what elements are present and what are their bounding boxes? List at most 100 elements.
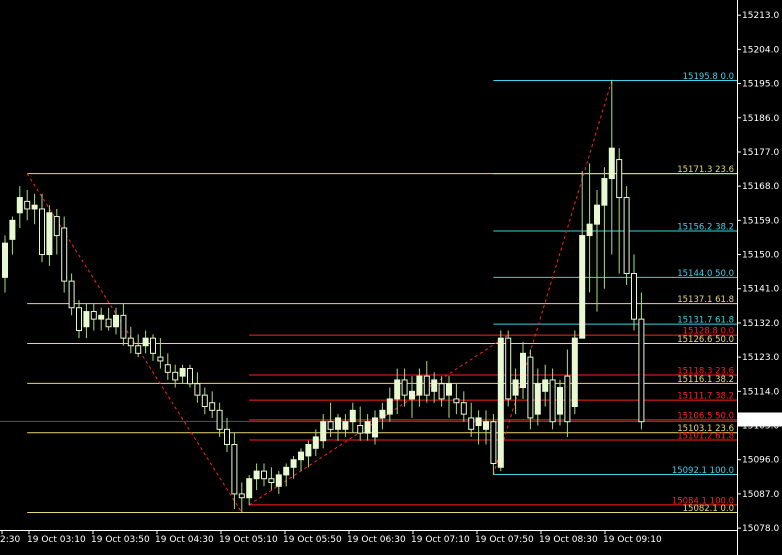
price-tick-label: 15078.0	[742, 524, 779, 534]
candle-body	[534, 383, 541, 415]
candle-body	[416, 375, 423, 396]
price-tick-label: 15186.0	[742, 114, 779, 124]
candle-body	[31, 204, 38, 210]
candle-body	[638, 318, 645, 423]
fib-label: 15092.1 100.0	[672, 466, 734, 476]
candle-body	[261, 470, 267, 480]
candle-body	[61, 227, 68, 282]
candle-body	[216, 409, 223, 430]
candle-body	[571, 337, 578, 408]
candle-body	[268, 478, 275, 484]
price-tick-label: 15213.0	[742, 11, 779, 21]
fib-label: 15171.3 23.6	[677, 165, 734, 175]
candle-body	[327, 421, 334, 430]
time-tick-label: 19 Oct 07:50	[475, 535, 534, 545]
candle-body	[290, 459, 297, 468]
time-tick-label: 19 Oct 05:50	[283, 535, 342, 545]
price-tick-label: 15204.0	[742, 45, 779, 55]
candle-body	[24, 200, 31, 210]
candle-body	[164, 364, 171, 373]
price-tick-label: 15132.0	[742, 319, 779, 329]
candle-body	[305, 444, 312, 457]
candle-body	[201, 394, 208, 408]
candle-body	[520, 352, 526, 389]
candle-body	[39, 208, 45, 256]
fib-label: 15156.2 38.2	[677, 222, 734, 232]
candle-body	[364, 421, 371, 434]
candle-body	[512, 379, 519, 396]
candle-body	[246, 478, 253, 499]
candle-body	[357, 425, 364, 434]
time-tick-label: 19 Oct 04:30	[155, 535, 214, 545]
price-tick-label: 15096.0	[742, 456, 779, 466]
time-tick-label: 19 Oct 05:10	[219, 535, 278, 545]
candle-body	[150, 337, 156, 354]
candlestick-chart[interactable]: 15195.8 0.0 15171.3 23.6 15156.2 38.2 15144…	[0, 0, 782, 555]
fib-label: 15126.6 50.0	[677, 335, 734, 345]
candle-body	[631, 273, 637, 320]
fib-label: 15101.2 61.8	[677, 431, 734, 441]
candle-body	[468, 417, 475, 430]
price-tick-label: 15123.0	[742, 353, 779, 363]
fib-label: 15137.1 61.8	[677, 295, 734, 305]
candle-body	[187, 368, 193, 385]
candle-body	[224, 428, 230, 446]
time-tick-label: 19 Oct 07:10	[411, 535, 470, 545]
candle-body	[127, 337, 134, 347]
candle-body	[527, 356, 534, 419]
candle-body	[497, 337, 504, 468]
candle-body	[386, 398, 393, 415]
price-tick-label: 15168.0	[742, 182, 779, 192]
candle-body	[172, 371, 179, 381]
candle-body	[542, 379, 549, 392]
candle-body	[608, 147, 615, 180]
candle-body	[68, 280, 75, 309]
candle-body	[98, 314, 105, 320]
candle-body	[283, 466, 290, 476]
fib-label: 15131.7 61.8	[677, 316, 734, 326]
price-tick-label: 15087.0	[742, 490, 779, 500]
candle-body	[372, 417, 378, 438]
candle-body	[320, 421, 327, 442]
fib-label: 15082.1 0.0	[683, 504, 734, 514]
candle-body	[342, 421, 349, 430]
candle-body	[275, 474, 282, 487]
candle-body	[113, 314, 119, 328]
candle-body	[505, 337, 512, 400]
candle-body	[209, 402, 216, 411]
fib-label: 15106.5 50.0	[677, 411, 734, 421]
candle-body	[379, 409, 386, 419]
candle-body	[194, 383, 201, 396]
candle-body	[446, 383, 452, 396]
candle-body	[253, 470, 260, 480]
candle-body	[157, 356, 164, 362]
current-price-label: 15106.1	[741, 416, 778, 426]
time-tick-label: 2:30	[0, 535, 20, 545]
candle-body	[453, 398, 460, 404]
price-tick-label: 15150.0	[742, 251, 779, 261]
candle-body	[438, 383, 445, 400]
candle-body	[549, 379, 556, 423]
fib-label: 15116.1 38.2	[677, 375, 734, 385]
candle-body	[557, 387, 563, 415]
candle-body	[401, 379, 408, 396]
fib-label: 15195.8 0.0	[683, 72, 734, 82]
fib-label: 15144.0 50.0	[677, 269, 734, 279]
price-tick-label: 15114.0	[742, 387, 779, 397]
candle-body	[475, 417, 482, 427]
candle-body	[409, 390, 415, 400]
price-tick-label: 15159.0	[742, 216, 779, 226]
price-tick-label: 15141.0	[742, 285, 779, 295]
time-tick-label: 19 Oct 03:50	[91, 535, 150, 545]
candle-body	[490, 421, 497, 465]
candle-body	[483, 421, 489, 430]
candle-body	[90, 311, 97, 320]
candle-body	[460, 402, 467, 415]
candle-body	[2, 242, 8, 278]
current-price-box: 15106.1	[737, 412, 782, 427]
candle-body	[335, 417, 341, 430]
candle-body	[579, 235, 586, 339]
candle-body	[53, 216, 60, 237]
candle-body	[9, 219, 16, 240]
candle-body	[120, 314, 127, 339]
